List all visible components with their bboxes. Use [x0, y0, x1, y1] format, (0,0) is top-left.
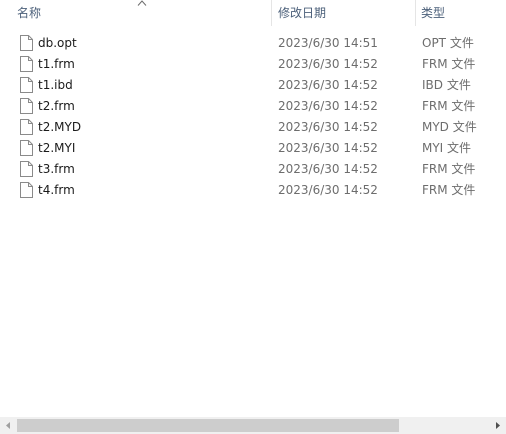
file-row[interactable]: t2.MYD 2023/6/30 14:52 MYD 文件 — [0, 117, 506, 138]
file-name: db.opt — [38, 36, 77, 50]
file-icon — [20, 119, 33, 135]
column-header-name[interactable]: 名称 — [17, 0, 41, 26]
file-date-modified: 2023/6/30 14:52 — [278, 162, 378, 176]
file-name: t2.frm — [38, 99, 75, 113]
file-list: db.opt 2023/6/30 14:51 OPT 文件 t1.frm 202… — [0, 33, 506, 201]
file-row[interactable]: t3.frm 2023/6/30 14:52 FRM 文件 — [0, 159, 506, 180]
file-icon — [20, 161, 33, 177]
horizontal-scrollbar[interactable] — [0, 417, 506, 434]
file-date-modified: 2023/6/30 14:52 — [278, 120, 378, 134]
file-date-modified: 2023/6/30 14:52 — [278, 141, 378, 155]
column-header-type[interactable]: 类型 — [421, 0, 445, 26]
file-type: FRM 文件 — [422, 183, 476, 197]
file-date-modified: 2023/6/30 14:51 — [278, 36, 378, 50]
column-divider[interactable] — [415, 0, 416, 26]
file-row[interactable]: t1.frm 2023/6/30 14:52 FRM 文件 — [0, 54, 506, 75]
file-icon — [20, 98, 33, 114]
file-date-modified: 2023/6/30 14:52 — [278, 57, 378, 71]
file-type: FRM 文件 — [422, 99, 476, 113]
column-header-bar: 名称 修改日期 类型 — [0, 0, 506, 26]
file-type: MYI 文件 — [422, 141, 472, 155]
file-row[interactable]: t2.frm 2023/6/30 14:52 FRM 文件 — [0, 96, 506, 117]
file-row[interactable]: db.opt 2023/6/30 14:51 OPT 文件 — [0, 33, 506, 54]
file-name: t1.ibd — [38, 78, 73, 92]
file-row[interactable]: t4.frm 2023/6/30 14:52 FRM 文件 — [0, 180, 506, 201]
file-date-modified: 2023/6/30 14:52 — [278, 99, 378, 113]
file-name: t4.frm — [38, 183, 75, 197]
file-row[interactable]: t2.MYI 2023/6/30 14:52 MYI 文件 — [0, 138, 506, 159]
file-icon — [20, 182, 33, 198]
file-type: FRM 文件 — [422, 162, 476, 176]
file-name: t3.frm — [38, 162, 75, 176]
file-type: MYD 文件 — [422, 120, 477, 134]
file-icon — [20, 35, 33, 51]
sort-ascending-icon — [137, 0, 147, 6]
file-icon — [20, 140, 33, 156]
file-date-modified: 2023/6/30 14:52 — [278, 183, 378, 197]
file-icon — [20, 77, 33, 93]
file-name: t1.frm — [38, 57, 75, 71]
scroll-left-arrow-icon[interactable] — [0, 417, 17, 434]
file-date-modified: 2023/6/30 14:52 — [278, 78, 378, 92]
file-name: t2.MYI — [38, 141, 76, 155]
file-type: IBD 文件 — [422, 78, 471, 92]
file-icon — [20, 56, 33, 72]
column-divider[interactable] — [271, 0, 272, 26]
scroll-right-arrow-icon[interactable] — [489, 417, 506, 434]
file-name: t2.MYD — [38, 120, 82, 134]
column-header-date-modified[interactable]: 修改日期 — [278, 0, 326, 26]
file-type: OPT 文件 — [422, 36, 474, 50]
file-row[interactable]: t1.ibd 2023/6/30 14:52 IBD 文件 — [0, 75, 506, 96]
file-type: FRM 文件 — [422, 57, 476, 71]
scrollbar-thumb[interactable] — [17, 419, 399, 432]
